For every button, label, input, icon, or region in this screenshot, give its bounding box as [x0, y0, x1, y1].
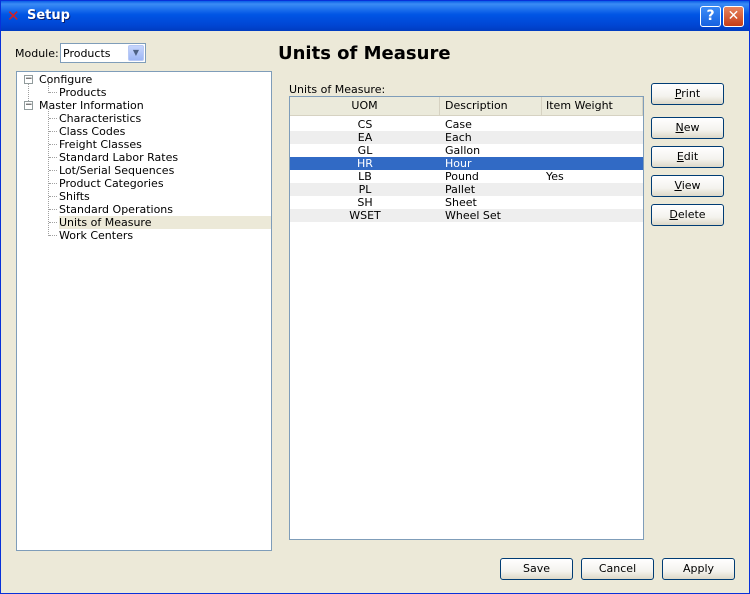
- table-row[interactable]: SH Sheet: [290, 196, 643, 209]
- tree-item-work-centers[interactable]: Work Centers: [59, 229, 133, 242]
- table-row[interactable]: EA Each: [290, 131, 643, 144]
- cancel-button[interactable]: Cancel: [581, 558, 654, 580]
- delete-label-rest: elete: [677, 208, 706, 221]
- table-row[interactable]: HR Hour: [290, 157, 643, 170]
- window-title: Setup: [27, 8, 70, 23]
- tree-item-characteristics[interactable]: Characteristics: [59, 112, 141, 125]
- new-mnemonic: N: [675, 121, 684, 134]
- cell-uom: CS: [357, 118, 373, 131]
- table-row[interactable]: CS Case: [290, 118, 643, 131]
- tree-item-freight-classes[interactable]: Freight Classes: [59, 138, 142, 151]
- column-header-item-weight[interactable]: Item Weight: [542, 97, 643, 115]
- edit-mnemonic: E: [676, 150, 684, 163]
- tree-item-shifts[interactable]: Shifts: [59, 190, 90, 203]
- tree-item-units-of-measure[interactable]: Units of Measure: [59, 216, 271, 229]
- table-row[interactable]: PL Pallet: [290, 183, 643, 196]
- view-button[interactable]: View: [651, 175, 724, 197]
- cell-uom: PL: [358, 183, 372, 196]
- delete-mnemonic: D: [669, 208, 678, 221]
- uom-list-label: Units of Measure:: [289, 83, 386, 96]
- tree-guide-line: [49, 196, 57, 197]
- cell-uom: WSET: [349, 209, 381, 222]
- cell-description: Gallon: [445, 144, 481, 157]
- cell-uom: GL: [357, 144, 373, 157]
- tree-guide-line: [49, 118, 57, 119]
- cell-uom: HR: [357, 157, 373, 170]
- print-button[interactable]: Print: [651, 83, 724, 105]
- cell-description: Sheet: [445, 196, 477, 209]
- tree-guide-line: [49, 92, 57, 93]
- cell-description: Case: [445, 118, 472, 131]
- tree-guide-line: [49, 144, 57, 145]
- save-button[interactable]: Save: [500, 558, 573, 580]
- module-select-value: Products: [63, 47, 111, 60]
- cell-description: Wheel Set: [445, 209, 501, 222]
- tree-item-standard-labor-rates[interactable]: Standard Labor Rates: [59, 151, 178, 164]
- title-bar[interactable]: ✕ Setup ? ✕: [1, 1, 749, 31]
- column-header-description[interactable]: Description: [440, 97, 542, 115]
- navigation-tree[interactable]: − Configure Products − Master Information Cha…: [16, 71, 272, 551]
- cell-item-weight: [542, 209, 643, 222]
- uom-table[interactable]: UOM Description Item Weight CS Case EA Each…: [289, 96, 644, 540]
- chevron-down-icon[interactable]: ▼: [128, 45, 144, 61]
- table-header: UOM Description Item Weight: [290, 97, 643, 116]
- cell-description: Hour: [445, 157, 472, 170]
- tree-collapse-icon[interactable]: −: [24, 101, 33, 110]
- cell-item-weight: [542, 118, 643, 131]
- setup-window: ✕ Setup ? ✕ Module: Products ▼ − Configur…: [0, 0, 750, 594]
- view-mnemonic: V: [674, 179, 682, 192]
- delete-button[interactable]: Delete: [651, 204, 724, 226]
- tree-item-product-categories[interactable]: Product Categories: [59, 177, 164, 190]
- tree-guide-line: [49, 157, 57, 158]
- apply-button[interactable]: Apply: [662, 558, 735, 580]
- tree-guide-line: [48, 109, 49, 236]
- cell-description: Pound: [445, 170, 479, 183]
- edit-button[interactable]: Edit: [651, 146, 724, 168]
- module-select[interactable]: Products ▼: [60, 43, 146, 63]
- view-label-rest: iew: [681, 179, 701, 192]
- tree-item-lot-serial-sequences[interactable]: Lot/Serial Sequences: [59, 164, 174, 177]
- tree-guide-line: [49, 131, 57, 132]
- tree-item-configure[interactable]: Configure: [39, 73, 92, 86]
- cell-description: Each: [445, 131, 472, 144]
- tree-guide-line: [49, 235, 57, 236]
- tree-item-products[interactable]: Products: [59, 86, 107, 99]
- cell-item-weight: [542, 144, 643, 157]
- tree-item-standard-operations[interactable]: Standard Operations: [59, 203, 173, 216]
- new-button[interactable]: New: [651, 117, 724, 139]
- module-label: Module:: [15, 47, 59, 60]
- table-row[interactable]: GL Gallon: [290, 144, 643, 157]
- cell-item-weight: Yes: [546, 170, 564, 183]
- cell-item-weight: [542, 131, 643, 144]
- help-button[interactable]: ?: [700, 6, 721, 27]
- new-label-rest: ew: [683, 121, 700, 134]
- cell-description: Pallet: [445, 183, 476, 196]
- cell-uom: EA: [357, 131, 373, 144]
- table-row[interactable]: WSET Wheel Set: [290, 209, 643, 222]
- cell-item-weight: [542, 196, 643, 209]
- close-button[interactable]: ✕: [723, 6, 744, 27]
- print-label-rest: rint: [681, 87, 701, 100]
- cell-uom: LB: [358, 170, 372, 183]
- app-logo-icon: ✕: [7, 7, 20, 25]
- page-title: Units of Measure: [278, 43, 451, 64]
- column-header-uom[interactable]: UOM: [290, 97, 440, 115]
- tree-item-class-codes[interactable]: Class Codes: [59, 125, 125, 138]
- tree-guide-line: [49, 183, 57, 184]
- tree-collapse-icon[interactable]: −: [24, 75, 33, 84]
- cell-item-weight: [542, 183, 643, 196]
- cell-uom: SH: [357, 196, 373, 209]
- tree-guide-line: [49, 209, 57, 210]
- tree-guide-line: [49, 222, 57, 223]
- table-row[interactable]: LB Pound Yes: [290, 170, 643, 183]
- edit-label-rest: dit: [683, 150, 699, 163]
- tree-guide-line: [49, 170, 57, 171]
- cell-item-weight: [542, 157, 643, 170]
- tree-item-master-information[interactable]: Master Information: [39, 99, 144, 112]
